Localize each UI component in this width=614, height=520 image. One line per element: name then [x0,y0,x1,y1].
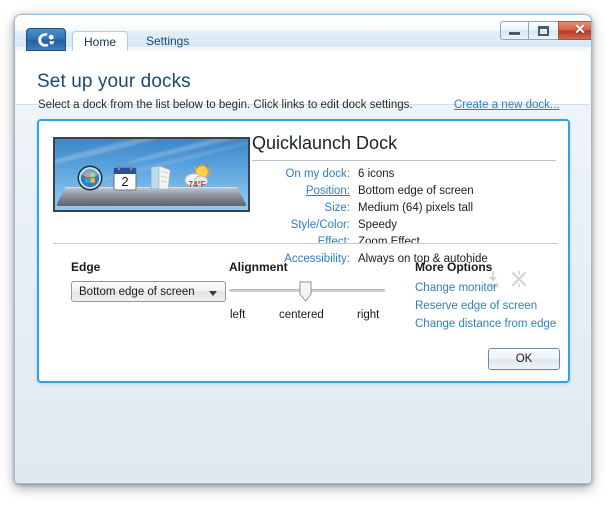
property-label: Style/Color: [290,219,350,231]
content-area: Set up your docks Select a dock from the… [16,51,590,482]
property-value: Zoom Effect [358,236,420,248]
dock-card[interactable]: 2 74°F Quicklaunch Dock On my dock: 6 ic… [37,119,570,383]
close-icon: ✕ [574,22,586,38]
reserve-edge-of-screen-link[interactable]: Reserve edge of screen [415,300,537,312]
property-label: On my dock: [285,168,350,180]
dock-preview-thumbnail: 2 74°F [53,137,250,212]
svg-text:74°F: 74°F [189,180,206,189]
edge-section-heading: Edge [71,260,101,274]
tab-settings[interactable]: Settings [135,31,200,51]
alignment-tick-left: left [230,309,246,321]
dock-icon-row: 2 74°F [75,160,235,192]
more-options-heading: More Options [415,260,493,274]
weather-icon: 74°F [180,162,214,192]
calendar-icon: 2 [110,162,140,192]
property-value: Medium (64) pixels tall [358,202,474,214]
edge-dropdown[interactable]: Bottom edge of screen [71,281,226,302]
alignment-tick-centered: centered [279,309,324,321]
dock-name-heading: Quicklaunch Dock [252,133,398,153]
tab-settings-label: Settings [146,34,190,48]
property-value: Speedy [358,219,398,231]
alignment-section-heading: Alignment [229,260,288,274]
property-value: Bottom edge of screen [358,185,474,197]
notes-icon [145,162,175,192]
ok-button-label: OK [515,353,533,365]
property-value: 6 icons [358,168,395,180]
page-subtitle: Select a dock from the list below to beg… [38,99,413,111]
app-logo-tab[interactable] [26,28,66,51]
property-label: Effect: [317,236,350,248]
delete-dock-icon[interactable] [509,269,529,289]
objectdock-logo-icon [36,32,56,48]
windows-orb-icon [75,162,105,192]
ok-button[interactable]: OK [488,348,560,370]
change-monitor-link[interactable]: Change monitor [415,282,497,294]
maximize-icon [538,25,549,36]
page-title: Set up your docks [37,71,191,92]
close-button[interactable]: ✕ [558,21,591,40]
dock-name-underline [252,160,556,161]
card-divider [53,243,558,244]
minimize-icon [509,31,520,35]
tab-home[interactable]: Home [72,31,129,52]
minimize-button[interactable] [500,21,529,40]
maximize-button[interactable] [529,21,558,40]
application-window: ✕ Home Settings Set up your docks Select… [14,14,592,484]
chevron-down-icon [209,291,217,296]
create-new-dock-link[interactable]: Create a new dock... [454,99,559,111]
tab-home-label: Home [84,35,117,49]
svg-text:2: 2 [121,174,128,189]
change-distance-from-edge-link[interactable]: Change distance from edge [415,318,556,330]
alignment-slider-thumb[interactable] [299,281,312,302]
alignment-tick-right: right [357,309,380,321]
property-label-link[interactable]: Position: [252,185,350,197]
property-label: Size: [324,202,350,214]
edge-dropdown-value: Bottom edge of screen [79,285,195,298]
